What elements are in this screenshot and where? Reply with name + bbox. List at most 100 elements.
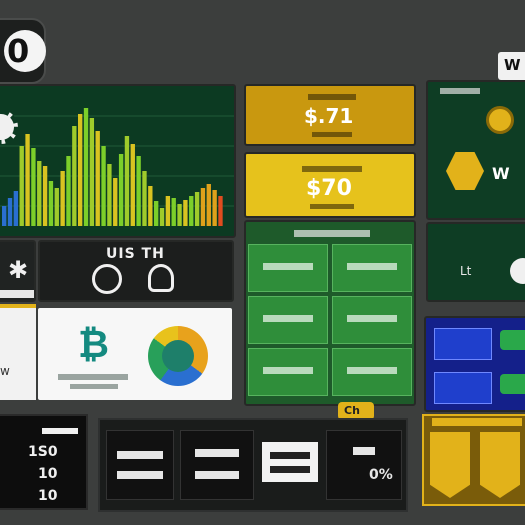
blue-panel — [424, 316, 525, 412]
green-grid-cell[interactable] — [248, 244, 328, 292]
chart-bar — [83, 108, 89, 226]
gold-stat-1-value: $.71 — [304, 104, 354, 128]
left-column-label: w — [0, 364, 10, 378]
chart-bar — [95, 131, 100, 226]
chart-bar — [124, 136, 130, 226]
hexagon-logo-icon[interactable] — [446, 152, 484, 190]
green-toggle-2[interactable] — [500, 374, 525, 394]
user-icon[interactable] — [148, 264, 174, 292]
bar-chart — [0, 108, 234, 226]
ticker-row-3-value[interactable]: 10 — [38, 488, 57, 504]
ticker-row-2-value[interactable]: 10 — [38, 466, 57, 482]
crypto-caption-line — [58, 374, 128, 380]
top-right-tag[interactable]: W — [498, 52, 525, 80]
bitcoin-icon[interactable]: ₿ — [78, 322, 109, 367]
green-grid-cell-label — [263, 263, 313, 270]
ticker-row-1-value[interactable]: 1S0 — [28, 444, 58, 460]
stat-card-1[interactable] — [106, 430, 174, 500]
chart-bar — [130, 144, 135, 226]
stat-card-4[interactable]: 0% — [326, 430, 402, 500]
gold-stat-1-sub — [312, 132, 352, 137]
stat-card-2[interactable] — [180, 430, 254, 500]
green-grid-cell-label — [347, 367, 397, 374]
gold-stat-card-2[interactable]: $70 — [244, 152, 416, 218]
chart-bar — [60, 171, 65, 226]
chart-bar — [54, 188, 59, 226]
chart-bar — [2, 206, 7, 226]
chart-bar — [136, 156, 141, 226]
chart-bar — [25, 134, 30, 226]
chart-bar — [66, 156, 71, 226]
green-grid-cell[interactable] — [248, 348, 328, 396]
icon-strip: ✱ — [0, 240, 36, 302]
chart-bar — [101, 146, 106, 226]
right-panel-logo-text: W — [492, 164, 510, 183]
top-right-tag-label: W — [504, 56, 521, 74]
ticker-row-0[interactable] — [2, 424, 82, 438]
chart-bar — [200, 188, 206, 226]
chart-bar — [118, 154, 124, 226]
gold-coin-icon[interactable] — [486, 106, 514, 134]
chart-bar — [206, 184, 211, 226]
chart-bar — [177, 204, 182, 226]
left-column-card: w — [0, 304, 36, 400]
donut-chart-icon[interactable] — [148, 326, 208, 386]
gold-stat-1-top — [308, 94, 356, 100]
green-grid-cells — [248, 244, 412, 402]
chart-bar — [19, 146, 24, 226]
stats-strip: 0% — [98, 418, 408, 512]
chart-bar — [165, 196, 171, 226]
right-panel-header — [440, 88, 480, 94]
badge-number: 0 — [7, 32, 30, 70]
chart-bar — [183, 200, 188, 226]
gold-stat-card-1[interactable]: $.71 — [244, 84, 416, 146]
user-panel: UIS TH — [38, 240, 234, 302]
gold-rewards-header — [432, 418, 522, 426]
green-grid-cell[interactable] — [332, 296, 412, 344]
bar-chart-panel — [0, 84, 236, 238]
right-panel-lower-text: Lt — [460, 264, 472, 278]
trophy-icon-1[interactable] — [430, 432, 470, 498]
chart-bar — [107, 164, 112, 226]
chart-bar — [154, 201, 159, 226]
blue-tile-2[interactable] — [434, 372, 492, 404]
green-toggle-1[interactable] — [500, 330, 525, 350]
chart-bar — [189, 196, 194, 226]
gold-rewards-panel — [422, 414, 525, 506]
gold-stat-2-value: $70 — [306, 176, 352, 201]
green-grid-cell-label — [263, 315, 313, 322]
gold-stat-2-top — [302, 166, 362, 172]
user-panel-title: UIS TH — [106, 246, 165, 262]
toggle-knob-icon[interactable] — [510, 258, 525, 284]
crypto-caption-line-2 — [70, 384, 118, 389]
chart-bar — [212, 190, 217, 226]
chart-bar — [42, 166, 48, 226]
green-grid-panel — [244, 220, 416, 406]
chart-bar — [171, 198, 176, 226]
chart-bar — [148, 186, 153, 226]
blue-tile-1[interactable] — [434, 328, 492, 360]
donut-hole — [162, 340, 194, 372]
chart-bar — [37, 161, 42, 226]
top-left-badge[interactable]: 0 — [0, 18, 46, 84]
green-grid-header-line — [294, 230, 370, 237]
chart-bar — [142, 171, 147, 226]
lightbulb-icon[interactable] — [92, 264, 122, 294]
chart-bar — [72, 126, 77, 226]
chart-bar — [31, 148, 36, 226]
stat-card-3[interactable] — [262, 442, 318, 482]
green-grid-cell[interactable] — [332, 348, 412, 396]
chart-bar — [48, 181, 54, 226]
trophy-icon-2[interactable] — [480, 432, 520, 498]
crypto-card: ₿ — [38, 308, 232, 400]
green-grid-cell-label — [263, 367, 313, 374]
ticker-panel: 1S0 10 10 — [0, 414, 88, 510]
right-panel-lower: Lt — [426, 222, 525, 302]
bottom-tag-label: Ch — [344, 404, 360, 417]
stat-card-4-value: 0% — [369, 467, 393, 483]
green-grid-cell[interactable] — [248, 296, 328, 344]
chart-bar — [7, 198, 13, 226]
star-icon[interactable]: ✱ — [8, 256, 28, 284]
green-grid-cell[interactable] — [332, 244, 412, 292]
gold-stat-2-sub — [310, 204, 354, 209]
